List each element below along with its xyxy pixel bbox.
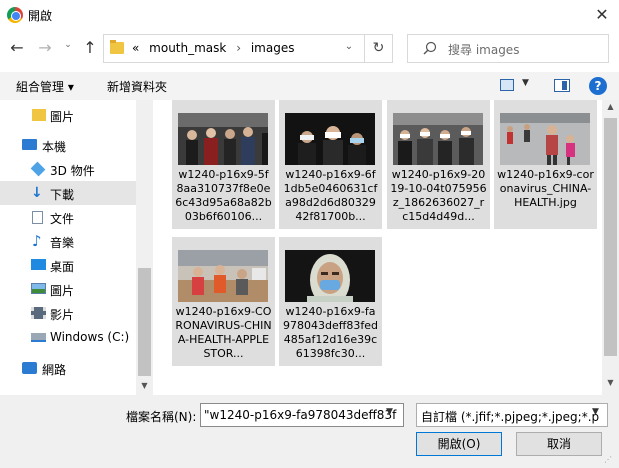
help-icon[interactable]: ? (589, 77, 607, 95)
document-icon (32, 211, 43, 224)
sidebar-item-downloads[interactable]: ↓ 下載 (0, 181, 136, 205)
file-tile[interactable]: w1240-p16x9-2019-10-04t075956z_186263602… (387, 100, 490, 229)
organize-button[interactable]: 組合管理 ▾ (16, 78, 74, 95)
file-tile[interactable]: w1240-p16x9-CORONAVIRUS-CHINA-HEALTH-APP… (172, 237, 275, 366)
sidebar-item-this-pc[interactable]: 本機 (0, 133, 136, 157)
chevron-down-icon[interactable]: ⌄ (342, 41, 356, 57)
sidebar-item-label: 下載 (50, 188, 75, 202)
preview-pane-icon[interactable] (554, 79, 570, 92)
sidebar-item-videos[interactable]: 影片 (0, 301, 136, 325)
breadcrumb-item-mouth-mask[interactable]: mouth_mask (149, 41, 226, 55)
scroll-down-icon[interactable]: ▼ (602, 378, 619, 392)
chrome-icon (7, 7, 23, 23)
video-icon (31, 307, 46, 319)
breadcrumb-overflow[interactable]: « (132, 41, 139, 55)
file-name: w1240-p16x9-fa978043deff83fed485af12d16e… (283, 305, 378, 360)
sidebar-item-3d-objects[interactable]: 3D 物件 (0, 157, 136, 181)
close-button[interactable]: ✕ (590, 4, 614, 26)
sidebar-item-label: 桌面 (50, 260, 75, 274)
sidebar-item-label: Windows (C:) (50, 330, 130, 344)
breadcrumb: « mouth_mask › images (132, 41, 300, 55)
window-title: 開啟 (28, 9, 53, 23)
3d-objects-icon (30, 161, 46, 177)
sidebar-item-label: 影片 (50, 308, 75, 322)
file-name: w1240-p16x9-CORONAVIRUS-CHINA-HEALTH-APP… (175, 305, 272, 360)
file-thumbnail (178, 250, 268, 302)
network-icon (22, 362, 37, 374)
file-tile[interactable]: w1240-p16x9-6f1db5e0460631cfa98d2d6d8032… (279, 100, 382, 229)
forward-arrow-icon[interactable]: → (36, 38, 54, 58)
address-bar[interactable]: « mouth_mask › images ⌄ (103, 34, 365, 63)
file-name: w1240-p16x9-5f8aa310737f8e0e6c43d95a68a8… (175, 168, 272, 223)
recent-locations-chevron-icon[interactable]: ⌄ (63, 40, 73, 56)
filename-input[interactable]: "w1240-p16x9-fa978043deff83f (200, 403, 404, 427)
sidebar-item-label: 圖片 (50, 110, 75, 124)
sidebar-item-label: 本機 (42, 140, 67, 154)
sidebar-item-label: 文件 (50, 212, 75, 226)
drive-icon (31, 333, 46, 342)
up-arrow-icon[interactable]: ↑ (81, 38, 99, 58)
file-thumbnail (500, 113, 590, 165)
sidebar-item-label: 3D 物件 (50, 164, 95, 178)
pictures-icon (31, 283, 46, 294)
navigation-pane: 圖片 本機 3D 物件 ↓ 下載 文件 ♪ 音樂 桌面 圖片 影片 Window… (0, 100, 153, 395)
file-thumbnail (285, 250, 375, 302)
sidebar-item-label: 音樂 (50, 236, 75, 250)
sidebar-item-documents[interactable]: 文件 (0, 205, 136, 229)
desktop-icon (31, 259, 46, 270)
chevron-down-icon[interactable]: ▼ (522, 78, 529, 88)
folder-icon (32, 109, 46, 121)
breadcrumb-separator[interactable]: › (236, 41, 241, 55)
file-type-select[interactable]: 自訂檔 (*.jfif;*.pjpeg;*.jpeg;*.p (416, 403, 608, 427)
sidebar-item-windows-c[interactable]: Windows (C:) (0, 325, 136, 349)
sidebar-item-pictures[interactable]: 圖片 (0, 277, 136, 301)
file-tile[interactable]: w1240-p16x9-5f8aa310737f8e0e6c43d95a68a8… (172, 100, 275, 229)
computer-icon (22, 139, 37, 150)
resize-grip-icon[interactable]: ⋰ (604, 455, 616, 467)
file-thumbnail (178, 113, 268, 165)
search-placeholder: 搜尋 images (448, 43, 520, 57)
file-name: w1240-p16x9-6f1db5e0460631cfa98d2d6d8032… (283, 168, 378, 223)
chevron-down-icon[interactable]: ▼ (386, 407, 393, 417)
folder-icon (110, 40, 124, 54)
chevron-down-icon[interactable]: ▼ (592, 407, 599, 417)
cancel-button[interactable]: 取消 (516, 432, 602, 456)
scroll-down-icon[interactable]: ▼ (136, 378, 153, 394)
file-name: w1240-p16x9-2019-10-04t075956z_186263602… (390, 168, 487, 223)
back-arrow-icon[interactable]: ← (8, 38, 26, 58)
open-button[interactable]: 開啟(O) (416, 432, 502, 456)
change-view-icon[interactable] (500, 79, 514, 91)
command-bar: 組合管理 ▾ 新增資料夾 ▼ (0, 72, 619, 100)
navigation-scrollbar-thumb[interactable] (138, 268, 151, 376)
search-icon (423, 41, 437, 55)
breadcrumb-item-images[interactable]: images (251, 41, 295, 55)
download-icon: ↓ (31, 185, 43, 201)
filename-label: 檔案名稱(N): (126, 410, 197, 424)
file-thumbnail (285, 113, 375, 165)
file-list-scrollbar-thumb[interactable] (604, 118, 617, 356)
sidebar-item-label: 圖片 (50, 284, 75, 298)
music-icon: ♪ (32, 232, 42, 250)
file-name: w1240-p16x9-coronavirus_CHINA-HEALTH.jpg (497, 168, 594, 209)
file-thumbnail (393, 113, 483, 165)
new-folder-button[interactable]: 新增資料夾 (107, 78, 167, 95)
sidebar-item-pictures-folder[interactable]: 圖片 (0, 103, 136, 127)
refresh-icon[interactable]: ↻ (365, 34, 393, 63)
file-tile[interactable]: w1240-p16x9-fa978043deff83fed485af12d16e… (279, 237, 382, 366)
sidebar-item-music[interactable]: ♪ 音樂 (0, 229, 136, 253)
search-input[interactable]: 搜尋 images (407, 34, 609, 63)
sidebar-item-desktop[interactable]: 桌面 (0, 253, 136, 277)
file-tile[interactable]: w1240-p16x9-coronavirus_CHINA-HEALTH.jpg (494, 100, 597, 229)
scroll-up-icon[interactable]: ▲ (602, 102, 619, 114)
title-bar (0, 0, 619, 30)
sidebar-item-network[interactable]: 網路 (0, 356, 136, 380)
file-list: w1240-p16x9-5f8aa310737f8e0e6c43d95a68a8… (153, 100, 602, 395)
sidebar-item-label: 網路 (42, 363, 67, 377)
